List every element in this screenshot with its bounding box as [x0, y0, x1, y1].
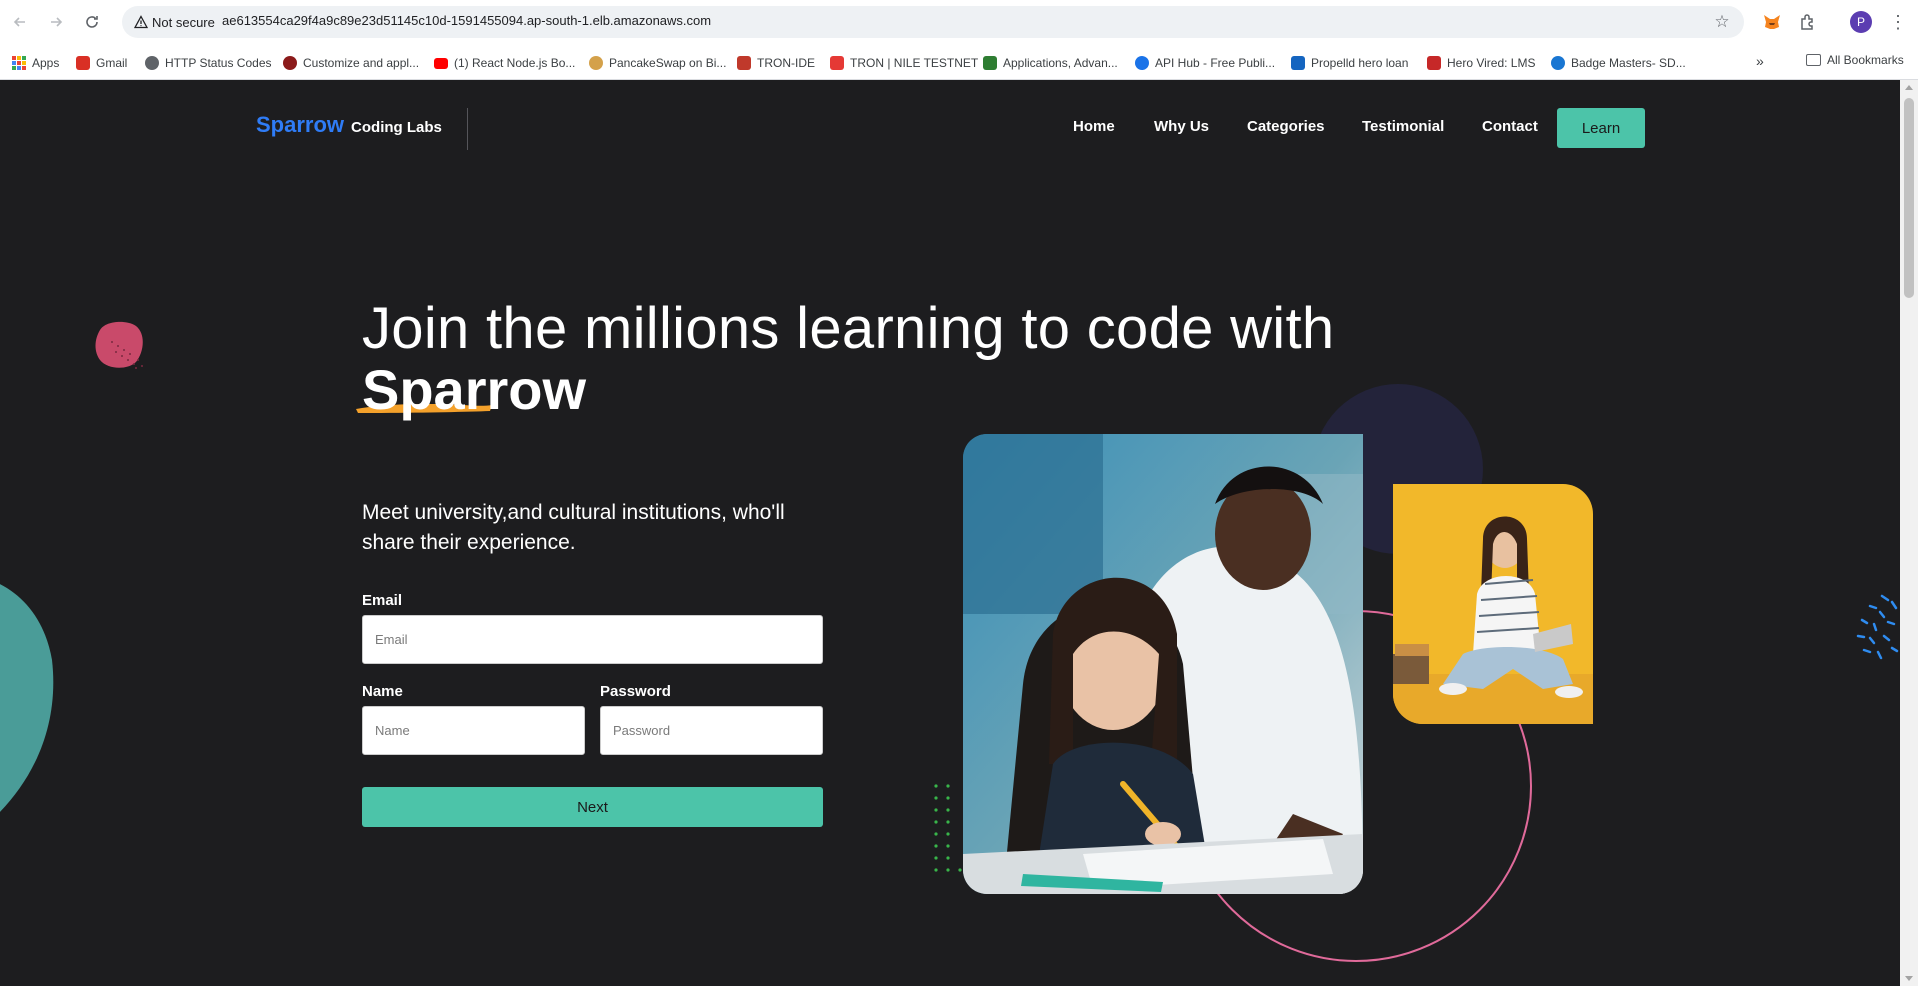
bookmark-tron-ide[interactable]: TRON-IDE [737, 53, 815, 73]
next-button[interactable]: Next [362, 787, 823, 827]
forward-arrow-icon[interactable] [44, 10, 68, 34]
apps-grid-icon [12, 56, 26, 70]
password-field[interactable] [600, 706, 823, 755]
bookmark-tron-nile[interactable]: TRON | NILE TESTNET [830, 53, 978, 73]
all-bookmarks[interactable]: All Bookmarks [1806, 53, 1904, 67]
email-field[interactable] [362, 615, 823, 664]
bookmark-propelld[interactable]: Propelld hero loan [1291, 53, 1408, 73]
youtube-icon [434, 57, 448, 69]
bookmark-customize[interactable]: Customize and appl... [283, 53, 419, 73]
applications-icon [983, 56, 997, 70]
blue-dashes-decoration [1856, 594, 1899, 660]
propelld-icon [1291, 56, 1305, 70]
browser-menu-icon[interactable]: ⋮ [1888, 10, 1908, 34]
name-label: Name [362, 683, 403, 700]
pancakeswap-icon [589, 56, 603, 70]
hero-vired-icon [1427, 56, 1441, 70]
address-bar[interactable]: Not secure ae613554ca29f4a9c89e23d51145c… [122, 6, 1744, 38]
bookmark-api-hub[interactable]: API Hub - Free Publi... [1135, 53, 1275, 73]
email-label: Email [362, 592, 403, 609]
brand-name: Sparrow [256, 112, 345, 137]
site-favicon-icon [283, 56, 297, 70]
brand-logo[interactable]: Sparrow Coding Labs [256, 112, 442, 138]
extensions-puzzle-icon[interactable] [1796, 10, 1820, 34]
tron-ide-icon [737, 56, 751, 70]
gmail-icon [76, 56, 90, 70]
page-scrollbar[interactable] [1900, 80, 1918, 986]
back-arrow-icon[interactable] [8, 10, 32, 34]
woman-thinking-photo [1393, 484, 1593, 724]
learn-button[interactable]: Learn [1557, 108, 1645, 148]
name-field[interactable] [362, 706, 585, 755]
scroll-thumb[interactable] [1904, 98, 1914, 298]
globe-icon [145, 56, 159, 70]
metamask-fox-icon[interactable] [1760, 10, 1784, 34]
hero-title: Join the millions learning to code with [362, 296, 1335, 361]
bookmark-apps[interactable]: Apps [12, 53, 59, 73]
bookmark-http-status-codes[interactable]: HTTP Status Codes [145, 53, 272, 73]
scroll-down-arrow-icon[interactable] [1905, 976, 1913, 981]
folder-icon [1806, 54, 1821, 66]
bookmark-applications[interactable]: Applications, Advan... [983, 53, 1118, 73]
password-label: Password [600, 683, 671, 700]
pink-blob-decoration [95, 321, 143, 369]
url-text[interactable]: ae613554ca29f4a9c89e23d51145c10d-1591455… [222, 13, 711, 28]
nav-contact[interactable]: Contact [1482, 118, 1538, 135]
teal-blob-decoration [0, 584, 54, 812]
brand-tagline: Coding Labs [351, 119, 442, 136]
bookmark-hero-vired[interactable]: Hero Vired: LMS [1427, 53, 1535, 73]
bookmark-star-icon[interactable]: ☆ [1712, 12, 1732, 32]
header-divider [467, 108, 468, 150]
badge-masters-icon [1551, 56, 1565, 70]
students-studying-photo [963, 434, 1363, 894]
reload-icon[interactable] [80, 10, 104, 34]
bookmark-youtube[interactable]: (1) React Node.js Bo... [434, 53, 575, 73]
nav-categories[interactable]: Categories [1247, 118, 1325, 135]
security-label: Not secure [152, 14, 215, 30]
browser-toolbar: Not secure ae613554ca29f4a9c89e23d51145c… [0, 0, 1918, 44]
bookmarks-bar: Apps Gmail HTTP Status Codes Customize a… [0, 44, 1918, 80]
more-bookmarks-chevron-icon[interactable]: » [1756, 53, 1764, 69]
profile-avatar[interactable]: P [1850, 11, 1872, 33]
nav-home[interactable]: Home [1073, 118, 1115, 135]
nav-testimonial[interactable]: Testimonial [1362, 118, 1444, 135]
bookmark-badge-masters[interactable]: Badge Masters- SD... [1551, 53, 1686, 73]
page-viewport: Sparrow Coding Labs Home Why Us Categori… [0, 80, 1900, 986]
warning-triangle-icon [134, 15, 148, 29]
bookmark-pancakeswap[interactable]: PancakeSwap on Bi... [589, 53, 726, 73]
hero-accent: Sparrow [356, 358, 587, 421]
scroll-up-arrow-icon[interactable] [1905, 85, 1913, 90]
tron-icon [830, 56, 844, 70]
nav-why-us[interactable]: Why Us [1154, 118, 1209, 135]
bookmark-gmail[interactable]: Gmail [76, 53, 127, 73]
hero-subtitle: Meet university,and cultural institution… [362, 501, 785, 554]
security-chip[interactable]: Not secure [130, 11, 221, 33]
api-hub-icon [1135, 56, 1149, 70]
hero-accent-text: Sparrow [362, 358, 587, 421]
